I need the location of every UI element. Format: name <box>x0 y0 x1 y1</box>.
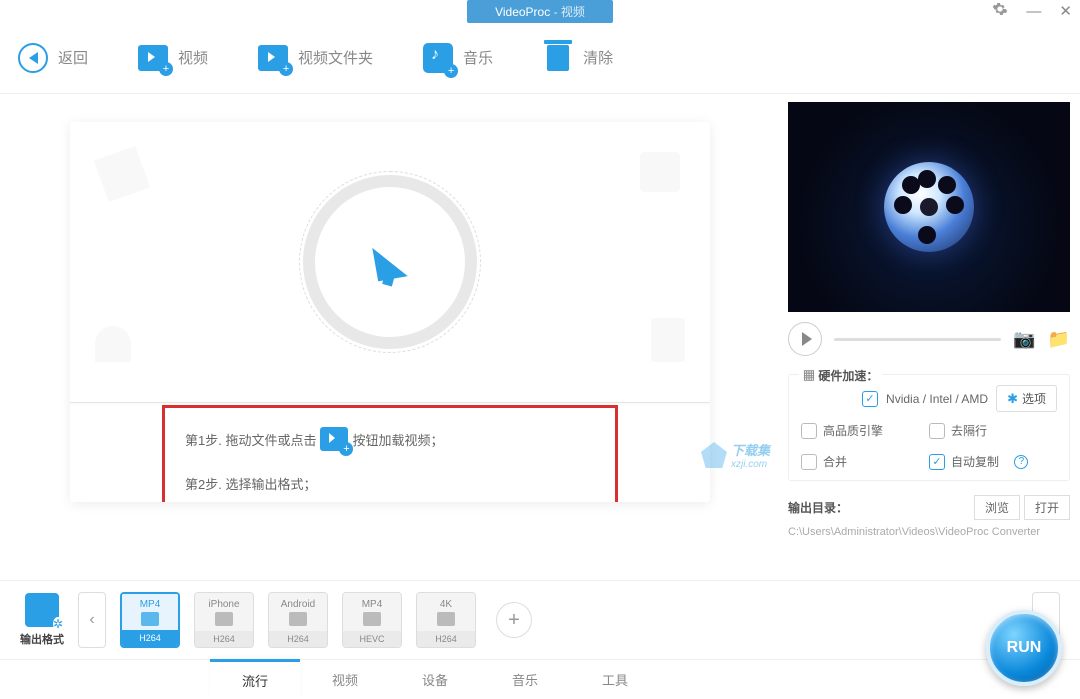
format-tabs: 流行 视频 设备 音乐 工具 <box>0 659 1080 699</box>
clear-button[interactable]: 清除 <box>543 43 613 73</box>
toolbar: 返回 + 视频 + 视频文件夹 + 音乐 清除 <box>0 22 1080 94</box>
hw-accel-box: 硬件加速： Nvidia / Intel / AMD 选项 高品质引擎 去隔行 … <box>788 374 1070 481</box>
add-video-button[interactable]: + 视频 <box>138 43 208 73</box>
open-button[interactable]: 打开 <box>1024 495 1070 520</box>
step-1: 第1步. 拖动文件或点击 + 按钮加载视频； <box>185 420 595 458</box>
app-section: 视频 <box>561 5 585 19</box>
title-badge: VideoProc - 视频 <box>467 0 613 23</box>
format-card-iphone[interactable]: iPhone H264 <box>194 592 254 648</box>
add-music-button[interactable]: + 音乐 <box>423 43 493 73</box>
step-2: 第2步. 选择输出格式； <box>185 464 595 502</box>
inline-video-icon: + <box>320 427 348 451</box>
divider <box>70 402 710 403</box>
tab-popular[interactable]: 流行 <box>210 659 300 699</box>
format-card-mp4-h264[interactable]: MP4 H264 <box>120 592 180 648</box>
titlebar: VideoProc - 视频 — ✕ <box>0 0 1080 22</box>
bg-film-icon <box>640 152 680 192</box>
deinterlace-checkbox[interactable] <box>929 423 945 439</box>
hw-vendors: Nvidia / Intel / AMD <box>886 392 988 406</box>
drop-target-ring[interactable] <box>315 187 465 337</box>
merge-checkbox[interactable] <box>801 454 817 470</box>
close-icon[interactable]: ✕ <box>1059 2 1072 20</box>
output-dir-path: C:\Users\Administrator\Videos\VideoProc … <box>788 526 1070 538</box>
browse-button[interactable]: 浏览 <box>974 495 1020 520</box>
seek-slider[interactable] <box>834 338 1001 341</box>
tab-music[interactable]: 音乐 <box>480 660 570 699</box>
format-card-android[interactable]: Android H264 <box>268 592 328 648</box>
output-dir-label: 输出目录： <box>788 499 848 516</box>
format-card-4k[interactable]: 4K H264 <box>416 592 476 648</box>
hq-engine-checkbox[interactable] <box>801 423 817 439</box>
drop-card: 第1步. 拖动文件或点击 + 按钮加载视频； 第2步. 选择输出格式； 第3步.… <box>70 122 710 502</box>
bg-device-icon <box>651 318 685 362</box>
tab-device[interactable]: 设备 <box>390 660 480 699</box>
output-format-icon <box>25 593 59 627</box>
run-button[interactable]: RUN <box>986 610 1062 686</box>
hw-options-button[interactable]: 选项 <box>996 385 1057 412</box>
open-folder-icon[interactable]: 📁 <box>1048 329 1070 350</box>
bottom-panel: 输出格式 ‹ MP4 H264 iPhone H264 Android H264… <box>0 580 1080 698</box>
hw-accel-title: 硬件加速： <box>799 367 882 384</box>
bg-ruler-icon <box>94 146 150 202</box>
drop-area[interactable]: 第1步. 拖动文件或点击 + 按钮加载视频； 第2步. 选择输出格式； 第3步.… <box>0 94 780 580</box>
music-icon: + <box>423 43 453 73</box>
formats-prev-button[interactable]: ‹ <box>78 592 106 648</box>
tab-tools[interactable]: 工具 <box>570 660 660 699</box>
trash-icon <box>547 45 569 71</box>
preview-pane <box>788 102 1070 312</box>
tab-video[interactable]: 视频 <box>300 660 390 699</box>
app-name: VideoProc <box>495 5 550 19</box>
back-button[interactable]: 返回 <box>18 43 88 73</box>
bg-note-icon <box>95 326 131 362</box>
back-arrow-icon <box>18 43 48 73</box>
video-icon: + <box>138 45 168 71</box>
format-card-mp4-hevc[interactable]: MP4 HEVC <box>342 592 402 648</box>
add-format-button[interactable]: + <box>496 602 532 638</box>
cursor-icon <box>372 243 407 282</box>
output-format-button[interactable]: 输出格式 <box>20 593 64 647</box>
hw-enable-checkbox[interactable] <box>862 391 878 407</box>
add-folder-button[interactable]: + 视频文件夹 <box>258 43 373 73</box>
steps-highlight: 第1步. 拖动文件或点击 + 按钮加载视频； 第2步. 选择输出格式； 第3步.… <box>162 405 618 502</box>
minimize-icon[interactable]: — <box>1026 3 1041 20</box>
side-panel: 📷 📁 硬件加速： Nvidia / Intel / AMD 选项 高品质引擎 … <box>780 94 1080 580</box>
folder-icon: + <box>258 45 288 71</box>
snapshot-icon[interactable]: 📷 <box>1013 329 1035 350</box>
output-dir-section: 输出目录： 浏览 打开 C:\Users\Administrator\Video… <box>788 495 1070 538</box>
autocopy-checkbox[interactable] <box>929 454 945 470</box>
help-icon[interactable]: ? <box>1014 455 1028 469</box>
play-button[interactable] <box>788 322 822 356</box>
gear-icon[interactable] <box>992 1 1008 21</box>
film-reel-icon <box>884 162 974 252</box>
